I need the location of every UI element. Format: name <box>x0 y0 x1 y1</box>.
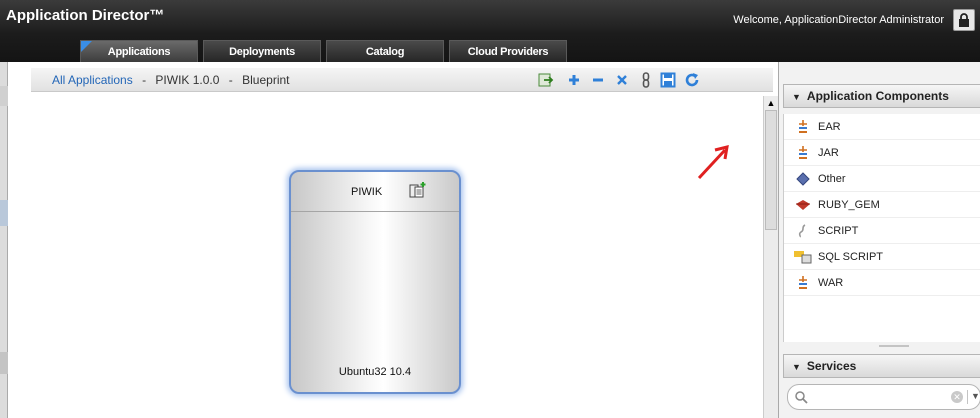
lock-icon <box>959 13 969 27</box>
node-name: PIWIK <box>351 186 383 198</box>
node-os-label: Ubuntu32 10.4 <box>338 366 412 378</box>
war-icon <box>794 275 812 291</box>
list-item[interactable]: JAR <box>784 140 980 166</box>
remove-icon <box>593 78 603 82</box>
remove-button[interactable] <box>589 71 607 89</box>
diamond-icon <box>794 171 812 186</box>
lock-button[interactable] <box>953 9 975 31</box>
app-header: Application Director™ Welcome, Applicati… <box>0 0 980 62</box>
tab-catalog[interactable]: Catalog <box>326 40 444 62</box>
script-icon <box>794 223 812 238</box>
list-item-label: JAR <box>818 146 839 159</box>
list-item[interactable]: Other <box>784 166 980 192</box>
blueprint-panel: All Applications - PIWIK 1.0.0 - Bluepri… <box>9 62 778 418</box>
breadcrumb-separator: - <box>228 73 233 87</box>
export-icon <box>538 73 554 87</box>
delete-icon <box>617 75 627 85</box>
sql-script-icon <box>794 250 812 264</box>
add-component-icon[interactable] <box>409 181 427 202</box>
list-item[interactable]: SQL SCRIPT <box>784 244 980 270</box>
add-icon <box>569 75 579 85</box>
save-icon <box>660 72 676 88</box>
collapse-triangle-icon: ▼ <box>792 92 801 102</box>
main-tabs: Applications Deployments Catalog Cloud P… <box>80 40 567 62</box>
delete-button[interactable] <box>613 71 631 89</box>
services-panel-title: Services <box>806 359 857 373</box>
components-list: EAR JAR Other RUBY_GEM SCRIPT SQL SCRIPT… <box>783 114 980 342</box>
list-item-label: EAR <box>818 120 841 133</box>
welcome-text: Welcome, ApplicationDirector Administrat… <box>733 14 944 26</box>
search-divider <box>967 390 968 404</box>
app-title: Application Director™ <box>6 7 165 24</box>
list-item-label: SCRIPT <box>818 224 859 237</box>
breadcrumb-application: PIWIK 1.0.0 <box>155 73 220 87</box>
scroll-thumb[interactable] <box>765 110 777 230</box>
export-button[interactable] <box>537 71 555 89</box>
jar-icon <box>794 145 812 161</box>
annotation-arrow-icon <box>697 144 729 180</box>
tab-deployments[interactable]: Deployments <box>203 40 321 62</box>
link-icon <box>642 72 650 88</box>
list-item[interactable]: SCRIPT <box>784 218 980 244</box>
collapse-triangle-icon: ▼ <box>792 362 801 372</box>
list-item[interactable]: WAR <box>784 270 980 296</box>
search-icon <box>795 391 808 404</box>
components-panel-title: Application Components <box>806 89 949 103</box>
canvas-scrollbar[interactable]: ▲ <box>763 96 778 418</box>
list-item-label: RUBY_GEM <box>818 198 880 211</box>
breadcrumb-separator: - <box>142 73 147 87</box>
list-item-label: SQL SCRIPT <box>818 250 883 263</box>
save-button[interactable] <box>659 71 677 89</box>
vm-node[interactable]: PIWIK Ubuntu32 10.4 <box>289 170 461 394</box>
left-panel-selection <box>0 200 8 226</box>
left-panel-handle[interactable] <box>0 86 8 106</box>
breadcrumb: All Applications - PIWIK 1.0.0 - Bluepri… <box>52 73 290 87</box>
search-dropdown-arrow-icon[interactable]: ▼ <box>971 391 980 401</box>
link-button[interactable] <box>637 71 655 89</box>
left-collapsed-panel[interactable] <box>0 62 8 418</box>
refresh-button[interactable] <box>683 71 701 89</box>
list-item-label: WAR <box>818 276 844 289</box>
panel-resize-handle[interactable] <box>879 345 909 347</box>
ear-icon <box>794 119 812 135</box>
services-panel-header[interactable]: ▼ Services <box>783 354 980 378</box>
breadcrumb-all-applications[interactable]: All Applications <box>52 73 133 87</box>
services-search: ✕ ▼ <box>787 384 980 410</box>
scroll-up-arrow-icon[interactable]: ▲ <box>764 98 778 110</box>
blueprint-toolbar: All Applications - PIWIK 1.0.0 - Bluepri… <box>31 68 773 92</box>
add-button[interactable] <box>565 71 583 89</box>
left-panel-handle-bottom[interactable] <box>0 352 8 374</box>
ruby-gem-icon <box>794 199 812 211</box>
services-search-input[interactable] <box>812 389 932 405</box>
tab-cloud-providers[interactable]: Cloud Providers <box>449 40 567 62</box>
refresh-icon <box>685 73 699 87</box>
list-item-label: Other <box>818 172 846 185</box>
clear-search-icon[interactable]: ✕ <box>951 391 963 403</box>
right-panel: ▼ Application Components EAR JAR Other RU… <box>778 62 980 418</box>
breadcrumb-view: Blueprint <box>242 73 290 87</box>
tab-applications[interactable]: Applications <box>80 40 198 62</box>
list-item[interactable]: RUBY_GEM <box>784 192 980 218</box>
list-item[interactable]: EAR <box>784 114 980 140</box>
components-panel-header[interactable]: ▼ Application Components <box>783 84 980 108</box>
node-header: PIWIK <box>291 172 459 212</box>
